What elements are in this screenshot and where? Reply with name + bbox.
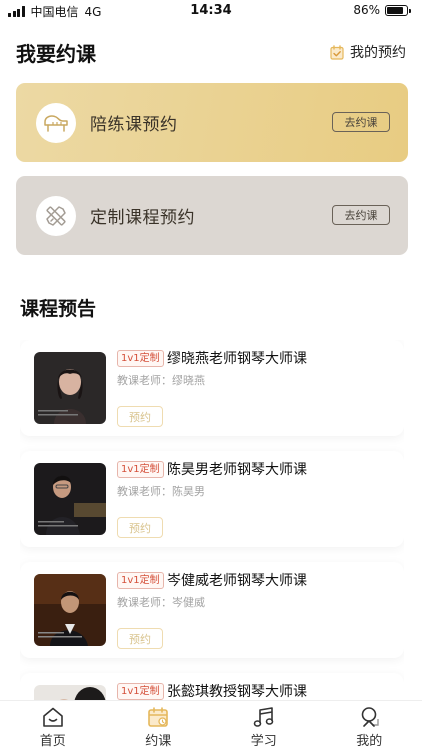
course-card[interactable]: 1v1定制 陈昊男老师钢琴大师课 教课老师：陈昊男 预约 — [20, 451, 404, 547]
course-tag: 1v1定制 — [117, 683, 164, 700]
pencil-ruler-icon — [36, 195, 76, 236]
course-teacher: 教课老师：缪晓燕 — [117, 374, 205, 387]
course-list[interactable]: 1v1定制 缪晓燕老师钢琴大师课 教课老师：缪晓燕 预约 1v1定制 陈昊男老师… — [20, 340, 404, 700]
calendar-icon — [148, 707, 169, 727]
tab-booking[interactable]: 约课 — [106, 701, 212, 750]
status-right: 86% — [353, 3, 411, 17]
course-title: 岑健威老师钢琴大师课 — [167, 573, 307, 589]
custom-book-button[interactable]: 去约课 — [332, 205, 390, 225]
course-teacher: 教课老师：岑健威 — [117, 596, 205, 609]
section-title: 课程预告 — [20, 298, 97, 320]
battery-icon — [385, 4, 411, 16]
battery-fill — [387, 6, 404, 14]
teacher-photo — [34, 352, 106, 424]
music-note-icon — [253, 707, 274, 727]
my-booking-icon — [330, 44, 344, 60]
custom-booking-card[interactable]: 定制课程预约 去约课 — [16, 176, 408, 255]
reserve-button[interactable]: 预约 — [117, 517, 163, 538]
reserve-button[interactable]: 预约 — [117, 406, 163, 427]
tab-learning[interactable]: 学习 — [211, 701, 317, 750]
profile-icon — [361, 707, 379, 727]
reserve-button[interactable]: 预约 — [117, 628, 163, 649]
tab-booking-label: 约课 — [145, 734, 172, 749]
course-card[interactable]: 1v1定制 岑健威老师钢琴大师课 教课老师：岑健威 预约 — [20, 562, 404, 658]
course-tag: 1v1定制 — [117, 350, 164, 367]
tab-bar: 首页 约课 学习 我的 — [0, 700, 422, 750]
page-title: 我要约课 — [16, 41, 96, 66]
tab-home-label: 首页 — [39, 734, 66, 749]
course-card[interactable]: 1v1定制 张懿琪教授钢琴大师课 — [20, 673, 404, 700]
piano-icon — [36, 102, 76, 143]
tab-profile-label: 我的 — [356, 734, 383, 749]
tab-home[interactable]: 首页 — [0, 701, 106, 750]
teacher-photo — [34, 463, 106, 535]
tab-profile[interactable]: 我的 — [317, 701, 422, 750]
practice-booking-card[interactable]: 陪练课预约 去约课 — [16, 83, 408, 162]
teacher-photo — [34, 574, 106, 646]
custom-booking-title: 定制课程预约 — [90, 208, 195, 228]
my-booking-link[interactable]: 我的预约 — [330, 42, 406, 62]
course-tag: 1v1定制 — [117, 461, 164, 478]
course-tag: 1v1定制 — [117, 572, 164, 589]
header: 我要约课 我的预约 — [16, 38, 406, 66]
practice-book-button[interactable]: 去约课 — [332, 112, 390, 132]
course-title: 陈昊男老师钢琴大师课 — [167, 462, 307, 478]
status-bar: 中国电信 4G 14:34 86% — [0, 0, 422, 22]
tab-learning-label: 学习 — [250, 734, 277, 749]
practice-booking-title: 陪练课预约 — [90, 115, 178, 135]
course-teacher: 教课老师：陈昊男 — [117, 485, 205, 498]
course-title: 张懿琪教授钢琴大师课 — [167, 684, 307, 700]
battery-percent: 86% — [353, 3, 380, 17]
teacher-photo — [34, 685, 106, 700]
my-booking-label: 我的预约 — [350, 45, 406, 61]
home-icon — [42, 707, 63, 727]
course-title: 缪晓燕老师钢琴大师课 — [167, 351, 307, 367]
course-card[interactable]: 1v1定制 缪晓燕老师钢琴大师课 教课老师：缪晓燕 预约 — [20, 340, 404, 436]
